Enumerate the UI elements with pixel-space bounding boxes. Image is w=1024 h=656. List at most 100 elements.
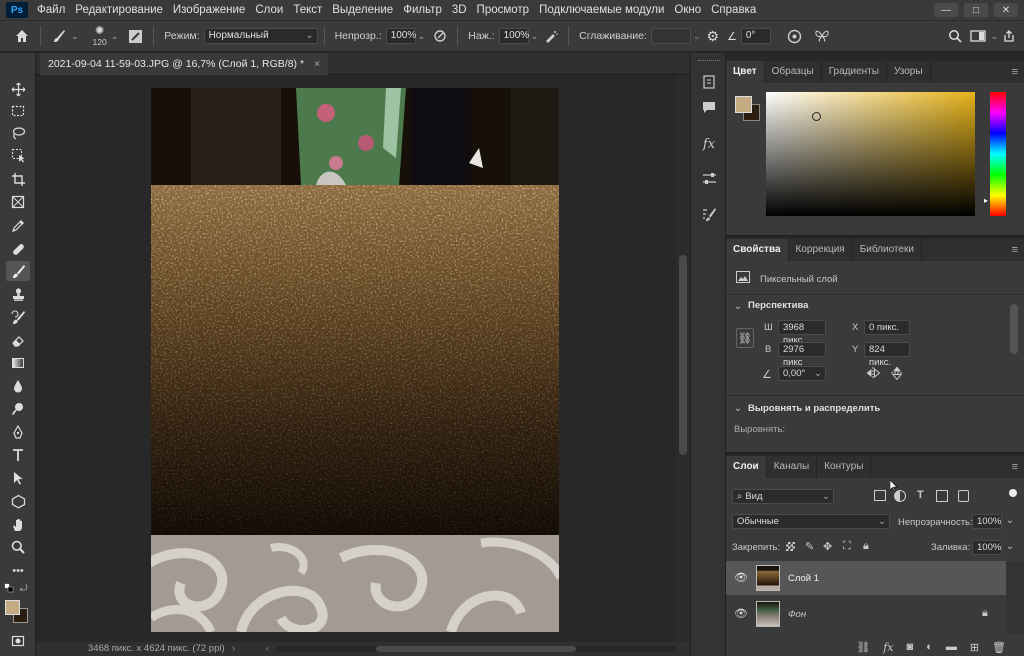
flip-horizontal-icon[interactable] [865, 366, 881, 381]
filter-smart-object-icon[interactable] [958, 490, 969, 502]
object-selection-tool-icon[interactable] [6, 145, 30, 165]
menu-plugins[interactable]: Подключаемые модули [534, 0, 669, 20]
tab-layers[interactable]: Слои [726, 456, 767, 478]
menu-help[interactable]: Справка [706, 0, 761, 20]
frame-tool-icon[interactable] [6, 192, 30, 212]
shape-tool-icon[interactable] [6, 491, 30, 511]
brush-settings-icon[interactable] [128, 29, 143, 44]
width-field[interactable]: 3968 пикс [778, 320, 826, 346]
close-tab-icon[interactable]: × [314, 53, 320, 75]
layer-row-layer1[interactable]: 👁︎ Слой 1 [726, 561, 1006, 595]
document-tab[interactable]: 2021-09-04 11-59-03.JPG @ 16,7% (Слой 1,… [40, 53, 329, 75]
lock-position-icon[interactable]: ✥ [823, 540, 832, 553]
document-canvas[interactable] [151, 88, 559, 632]
more-tools-icon[interactable]: ••• [6, 561, 30, 581]
workspace-icon[interactable] [970, 29, 987, 43]
quick-mask-icon[interactable] [6, 631, 30, 651]
eye-visibility-icon[interactable]: 👁︎ [734, 607, 748, 620]
move-tool-icon[interactable] [6, 79, 30, 99]
swap-colors-icon[interactable]: ⤾ [20, 583, 28, 594]
new-group-folder-icon[interactable]: ▬ [946, 641, 957, 653]
menu-edit[interactable]: Редактирование [70, 0, 168, 20]
dodge-tool-icon[interactable] [6, 399, 30, 419]
tab-color[interactable]: Цвет [726, 61, 765, 83]
menu-image[interactable]: Изображение [168, 0, 250, 20]
link-layers-icon[interactable]: ⛓ [856, 641, 870, 654]
filter-shape-icon[interactable] [936, 490, 948, 502]
layer-filter-select[interactable]: ⌕ Вид ⌄ [732, 489, 834, 504]
lasso-tool-icon[interactable] [6, 123, 30, 143]
chevron-down-icon[interactable]: ⌄ [990, 31, 998, 42]
chevron-down-icon[interactable]: ⌄ [734, 403, 742, 414]
filter-type-icon[interactable]: T [917, 489, 924, 501]
section-align-distribute[interactable]: Выровнять и распределить [748, 403, 880, 414]
lock-transparent-icon[interactable] [786, 542, 795, 551]
chevron-down-icon[interactable]: ⌄ [693, 31, 701, 42]
lock-artboard-icon[interactable]: ⛶ [843, 540, 851, 553]
lock-all-icon[interactable]: 🔒︎ [863, 540, 869, 553]
chevron-down-icon[interactable]: ⌄ [734, 301, 742, 312]
canvas-area[interactable] [36, 75, 690, 642]
path-selection-tool-icon[interactable] [6, 468, 30, 488]
brush-tool-icon[interactable] [6, 261, 30, 281]
home-icon[interactable] [14, 28, 30, 44]
tab-channels[interactable]: Каналы [767, 456, 818, 478]
brush-size-picker[interactable]: ✺ 120 [93, 25, 107, 47]
maximize-button[interactable]: □ [964, 3, 988, 17]
properties-scrollbar[interactable] [1010, 304, 1018, 354]
filter-pixel-icon[interactable] [874, 490, 886, 501]
layer-row-background[interactable]: 👁︎ Фон 🔒︎ [726, 597, 1006, 631]
flow-field[interactable]: 100% [498, 28, 529, 44]
rotation-angle-field[interactable]: 0,00° ⌄ [778, 366, 826, 381]
layers-scrollbar[interactable] [1006, 561, 1024, 633]
panel-menu-icon[interactable]: ≡ [1012, 61, 1018, 83]
tab-libraries[interactable]: Библиотеки [853, 239, 922, 261]
clone-stamp-tool-icon[interactable] [6, 284, 30, 304]
menu-filter[interactable]: Фильтр [398, 0, 447, 20]
canvas-vertical-scrollbar[interactable] [676, 75, 690, 642]
marquee-tool-icon[interactable] [6, 101, 30, 121]
section-perspective[interactable]: Перспектива [748, 300, 808, 311]
grip-handle[interactable] [698, 60, 720, 63]
gradient-tool-icon[interactable] [6, 353, 30, 373]
symmetry-butterfly-icon[interactable] [814, 29, 830, 43]
x-field[interactable]: 0 пикс. [864, 320, 910, 335]
crop-tool-icon[interactable] [6, 169, 30, 189]
close-button[interactable]: ✕ [994, 3, 1018, 17]
comments-icon[interactable] [698, 96, 720, 118]
hue-slider[interactable] [990, 92, 1006, 216]
scrollbar-thumb[interactable] [679, 255, 687, 455]
canvas-horizontal-scrollbar[interactable] [276, 646, 676, 652]
link-dimensions-icon[interactable]: ⛓ [736, 328, 754, 348]
blend-mode-select[interactable]: Обычные ⌄ [732, 514, 890, 529]
share-icon[interactable] [1002, 29, 1016, 43]
foreground-color-swatch[interactable] [735, 96, 752, 113]
styles-fx-icon[interactable]: fx [698, 133, 720, 155]
tab-swatches[interactable]: Образцы [765, 61, 822, 83]
height-field[interactable]: 2976 пикс [778, 342, 826, 368]
menu-window[interactable]: Окно [669, 0, 706, 20]
delete-layer-trash-icon[interactable]: 🗑︎ [992, 641, 1006, 654]
flip-vertical-icon[interactable] [890, 365, 906, 381]
tab-patterns[interactable]: Узоры [887, 61, 931, 83]
new-layer-icon[interactable]: ⊞ [970, 641, 979, 654]
history-brush-tool-icon[interactable] [6, 307, 30, 327]
angle-field[interactable]: 0° [740, 28, 771, 44]
zoom-tool-icon[interactable] [6, 537, 30, 557]
chevron-right-icon[interactable]: › [232, 642, 235, 656]
brush-tool-preset-icon[interactable] [51, 28, 67, 44]
chevron-down-icon[interactable]: ⌄ [1006, 515, 1014, 526]
eraser-tool-icon[interactable] [6, 330, 30, 350]
layer-name[interactable]: Фон [788, 609, 806, 620]
pen-tool-icon[interactable] [6, 422, 30, 442]
filter-toggle-icon[interactable] [1009, 489, 1017, 497]
chevron-down-icon[interactable]: ⌄ [111, 31, 119, 42]
eyedropper-tool-icon[interactable] [6, 215, 30, 235]
layer-name[interactable]: Слой 1 [788, 573, 819, 584]
history-icon[interactable] [698, 71, 720, 93]
brush-settings-panel-icon[interactable] [698, 203, 720, 225]
pressure-size-icon[interactable] [787, 29, 802, 44]
type-tool-icon[interactable] [6, 445, 30, 465]
y-field[interactable]: 824 пикс. [864, 342, 910, 368]
chevron-down-icon[interactable]: ⌄ [1006, 541, 1014, 552]
